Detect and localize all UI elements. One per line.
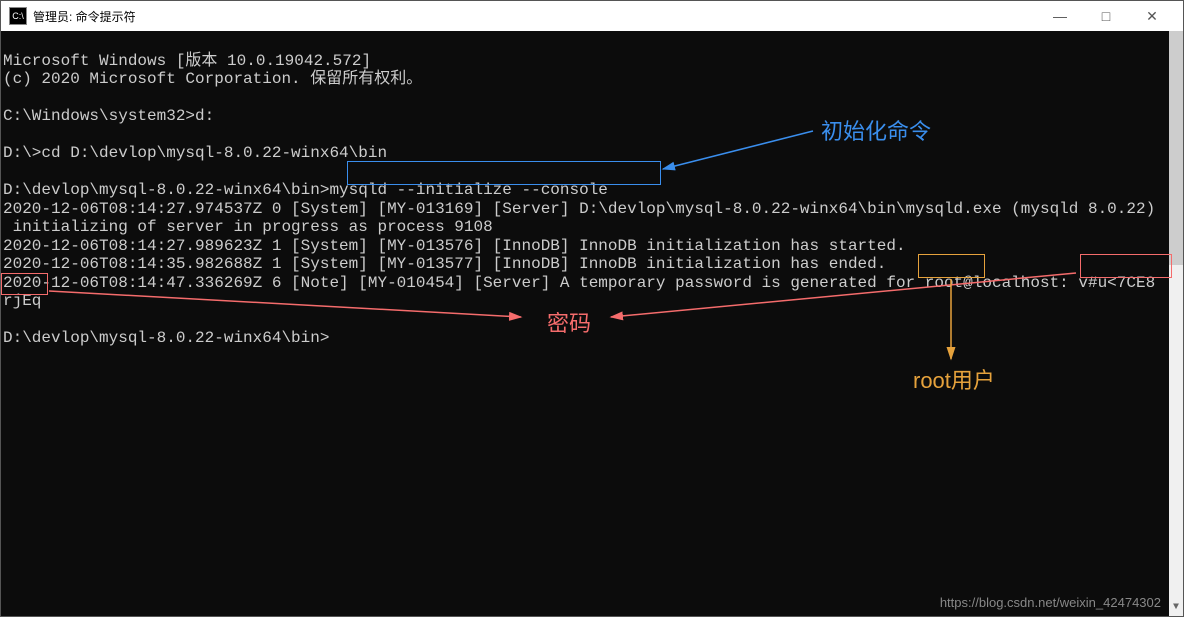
cmd-icon: C:\ (9, 7, 27, 25)
scroll-thumb[interactable] (1169, 31, 1183, 265)
line: 2020-12-06T08:14:35.982688Z 1 [System] [… (3, 255, 886, 273)
title-bar: C:\ 管理员: 命令提示符 — □ ✕ (1, 1, 1183, 31)
window-controls: — □ ✕ (1037, 1, 1175, 31)
line: D:\>cd D:\devlop\mysql-8.0.22-winx64\bin (3, 144, 387, 162)
line: (c) 2020 Microsoft Corporation. 保留所有权利。 (3, 70, 422, 88)
terminal-output[interactable]: Microsoft Windows [版本 10.0.19042.572] (c… (1, 31, 1169, 616)
maximize-button[interactable]: □ (1083, 1, 1129, 31)
minimize-button[interactable]: — (1037, 1, 1083, 31)
close-button[interactable]: ✕ (1129, 1, 1175, 31)
line: C:\Windows\system32>d: (3, 107, 214, 125)
line: 2020-12-06T08:14:27.989623Z 1 [System] [… (3, 237, 906, 255)
scroll-down-arrow-icon[interactable]: ▼ (1169, 600, 1183, 616)
line: 2020-12-06T08:14:47.336269Z 6 [Note] [MY… (3, 274, 1155, 292)
command-prompt-window: C:\ 管理员: 命令提示符 — □ ✕ Microsoft Windows [… (0, 0, 1184, 617)
line: D:\devlop\mysql-8.0.22-winx64\bin>mysqld… (3, 181, 608, 199)
vertical-scrollbar[interactable]: ▲ ▼ (1169, 31, 1183, 616)
line: D:\devlop\mysql-8.0.22-winx64\bin> (3, 329, 329, 347)
line: Microsoft Windows [版本 10.0.19042.572] (3, 52, 371, 70)
window-title: 管理员: 命令提示符 (33, 8, 1037, 25)
line: initializing of server in progress as pr… (3, 218, 493, 236)
line: 2020-12-06T08:14:27.974537Z 0 [System] [… (3, 200, 1155, 218)
line: rjEq (3, 292, 41, 310)
